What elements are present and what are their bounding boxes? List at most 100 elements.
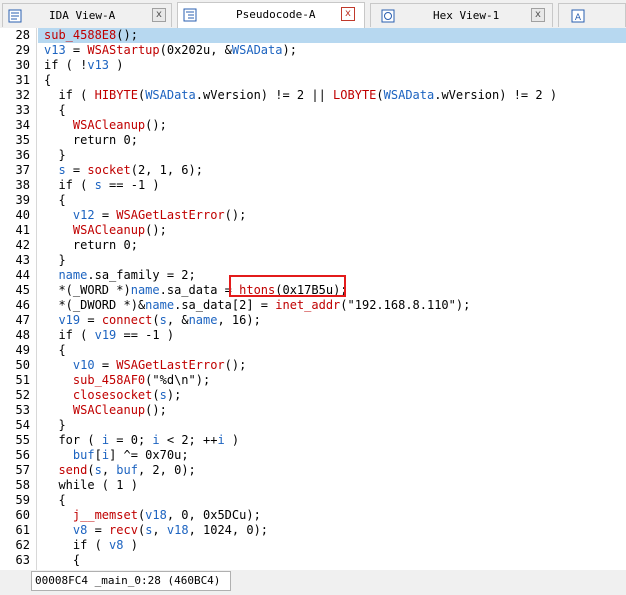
- code-text[interactable]: {: [44, 73, 51, 88]
- code-text[interactable]: v13 = WSAStartup(0x202u, &WSAData);: [44, 43, 297, 58]
- code-text[interactable]: j__memset(v18, 0, 0x5DCu);: [44, 508, 261, 523]
- tab-label: Hex View-1: [433, 9, 500, 22]
- line-number: 63: [15, 553, 30, 567]
- code-text[interactable]: v19 = connect(s, &name, 16);: [44, 313, 260, 328]
- code-text[interactable]: buf[i] ^= 0x70u;: [44, 448, 189, 463]
- code-line[interactable]: 35 return 0;: [0, 133, 626, 148]
- code-line[interactable]: 53 WSACleanup();: [0, 403, 626, 418]
- line-number: 38: [15, 178, 30, 192]
- code-text[interactable]: }: [44, 148, 65, 163]
- code-line[interactable]: 32 if ( HIBYTE(WSAData.wVersion) != 2 ||…: [0, 88, 626, 103]
- code-text[interactable]: {: [44, 493, 65, 508]
- code-text[interactable]: s = socket(2, 1, 6);: [44, 163, 203, 178]
- code-text[interactable]: send(s, buf, 2, 0);: [44, 463, 195, 478]
- code-line[interactable]: 46 *(_DWORD *)&name.sa_data[2] = inet_ad…: [0, 298, 626, 313]
- line-number: 37: [15, 163, 30, 177]
- code-line[interactable]: 59 {: [0, 493, 626, 508]
- line-number: 46: [15, 298, 30, 312]
- svg-text:A: A: [575, 13, 582, 23]
- code-line[interactable]: 39 {: [0, 193, 626, 208]
- hex-view-icon: [381, 8, 395, 23]
- code-line[interactable]: 55 for ( i = 0; i < 2; ++i ): [0, 433, 626, 448]
- code-text[interactable]: v10 = WSAGetLastError();: [44, 358, 246, 373]
- close-icon[interactable]: x: [531, 8, 545, 22]
- code-text[interactable]: while ( 1 ): [44, 478, 137, 493]
- status-location: 00008FC4 _main_0:28 (460BC4): [31, 571, 231, 591]
- code-line[interactable]: 63 {: [0, 553, 626, 568]
- code-line[interactable]: 31 {: [0, 73, 626, 88]
- code-text[interactable]: v12 = WSAGetLastError();: [44, 208, 246, 223]
- code-text[interactable]: }: [44, 418, 65, 433]
- code-text[interactable]: if ( HIBYTE(WSAData.wVersion) != 2 || LO…: [44, 88, 557, 103]
- tab-label: IDA View-A: [49, 9, 116, 22]
- tab-label: Pseudocode-A: [236, 8, 316, 21]
- code-text[interactable]: }: [44, 253, 65, 268]
- close-icon[interactable]: x: [152, 8, 166, 22]
- code-line[interactable]: 40 v12 = WSAGetLastError();: [0, 208, 626, 223]
- code-text[interactable]: sub_458AF0("%d\n");: [44, 373, 210, 388]
- line-number: 40: [15, 208, 30, 222]
- code-line[interactable]: 52 closesocket(s);: [0, 388, 626, 403]
- line-number: 52: [15, 388, 30, 402]
- code-text[interactable]: if ( v19 == -1 ): [44, 328, 174, 343]
- code-line[interactable]: 43 }: [0, 253, 626, 268]
- line-number: 56: [15, 448, 30, 462]
- code-line[interactable]: 48 if ( v19 == -1 ): [0, 328, 626, 343]
- code-line[interactable]: 41 WSACleanup();: [0, 223, 626, 238]
- code-text[interactable]: WSACleanup();: [44, 403, 167, 418]
- close-icon[interactable]: x: [341, 7, 355, 21]
- code-text[interactable]: if ( s == -1 ): [44, 178, 159, 193]
- code-text[interactable]: v8 = recv(s, v18, 1024, 0);: [44, 523, 268, 538]
- code-text[interactable]: closesocket(s);: [44, 388, 181, 403]
- code-line[interactable]: 60 j__memset(v18, 0, 0x5DCu);: [0, 508, 626, 523]
- code-text[interactable]: *(_DWORD *)&name.sa_data[2] = inet_addr(…: [44, 298, 470, 313]
- line-number: 59: [15, 493, 30, 507]
- htons-highlight-box: [229, 275, 346, 297]
- code-line[interactable]: 37 s = socket(2, 1, 6);: [0, 163, 626, 178]
- code-line[interactable]: 57 send(s, buf, 2, 0);: [0, 463, 626, 478]
- code-text[interactable]: {: [44, 343, 65, 358]
- line-number: 55: [15, 433, 30, 447]
- code-text[interactable]: {: [44, 193, 65, 208]
- code-line[interactable]: 29 v13 = WSAStartup(0x202u, &WSAData);: [0, 43, 626, 58]
- tab-bar: IDA View-A x Pseudocode-A x Hex View-1 x…: [0, 0, 626, 29]
- code-line[interactable]: 33 {: [0, 103, 626, 118]
- tab-pseudocode-a[interactable]: Pseudocode-A x: [177, 2, 365, 28]
- code-text[interactable]: name.sa_family = 2;: [44, 268, 195, 283]
- structures-icon: A: [571, 8, 585, 23]
- code-text[interactable]: sub_4588E8();: [44, 28, 138, 43]
- tab-hex-view-1[interactable]: Hex View-1 x: [370, 3, 553, 27]
- code-line[interactable]: 38 if ( s == -1 ): [0, 178, 626, 193]
- code-line[interactable]: 62 if ( v8 ): [0, 538, 626, 553]
- code-line[interactable]: 58 while ( 1 ): [0, 478, 626, 493]
- code-text[interactable]: if ( !v13 ): [44, 58, 124, 73]
- code-line[interactable]: 61 v8 = recv(s, v18, 1024, 0);: [0, 523, 626, 538]
- tab-structures[interactable]: A: [558, 3, 626, 27]
- code-line[interactable]: 36 }: [0, 148, 626, 163]
- tab-ida-view-a[interactable]: IDA View-A x: [2, 3, 172, 27]
- code-line[interactable]: 47 v19 = connect(s, &name, 16);: [0, 313, 626, 328]
- code-line[interactable]: 42 return 0;: [0, 238, 626, 253]
- code-line[interactable]: 51 sub_458AF0("%d\n");: [0, 373, 626, 388]
- code-line[interactable]: 28 sub_4588E8();: [0, 28, 626, 43]
- code-text[interactable]: {: [44, 103, 65, 118]
- code-text[interactable]: return 0;: [44, 133, 138, 148]
- code-line[interactable]: 50 v10 = WSAGetLastError();: [0, 358, 626, 373]
- line-number: 44: [15, 268, 30, 282]
- pseudocode-icon: [183, 7, 197, 22]
- code-text[interactable]: if ( v8 ): [44, 538, 138, 553]
- code-line[interactable]: 30 if ( !v13 ): [0, 58, 626, 73]
- pseudocode-view[interactable]: 28 sub_4588E8(); 29 v13 = WSAStartup(0x202u…: [0, 28, 626, 570]
- line-number: 49: [15, 343, 30, 357]
- code-text[interactable]: for ( i = 0; i < 2; ++i ): [44, 433, 239, 448]
- code-text[interactable]: WSACleanup();: [44, 118, 167, 133]
- code-line[interactable]: 49 {: [0, 343, 626, 358]
- code-text[interactable]: WSACleanup();: [44, 223, 167, 238]
- code-text[interactable]: {: [44, 553, 80, 568]
- code-line[interactable]: 34 WSACleanup();: [0, 118, 626, 133]
- code-text[interactable]: return 0;: [44, 238, 138, 253]
- code-line[interactable]: 54 }: [0, 418, 626, 433]
- line-number: 28: [15, 28, 30, 42]
- line-number: 35: [15, 133, 30, 147]
- code-line[interactable]: 56 buf[i] ^= 0x70u;: [0, 448, 626, 463]
